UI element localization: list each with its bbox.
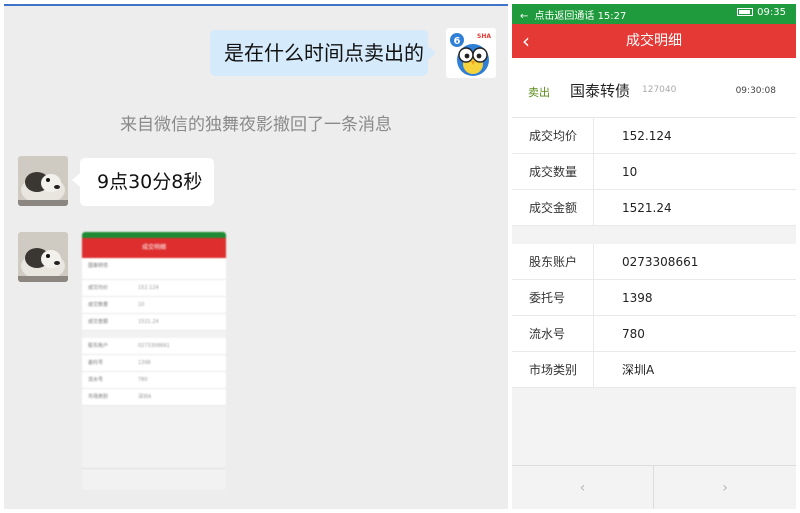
- reply-message-bubble[interactable]: 9点30分8秒: [72, 158, 214, 206]
- row-label: 市场类别: [512, 352, 594, 387]
- stock-name: 国泰转债: [570, 82, 631, 100]
- thumb-gap: [82, 331, 226, 338]
- owl-badge-number: 6: [454, 36, 461, 47]
- detail-row: 流水号 780: [512, 316, 796, 352]
- return-call-text: 点击返回通话 15:27: [534, 11, 627, 22]
- nav-bar: ‹ 成交明细: [512, 24, 796, 58]
- thumb-row: 股东账户 0273308661: [82, 338, 226, 355]
- row-value: 152.124: [622, 129, 672, 143]
- row-label: 成交均价: [512, 118, 594, 153]
- row-value: 1398: [622, 291, 653, 305]
- section-gap: [512, 226, 796, 244]
- screenshot-thumbnail[interactable]: 成交明细 国泰转债 成交均价 152.124 成交数量 10 成交金额 1521.24…: [82, 232, 226, 490]
- trade-direction: 卖出: [528, 86, 550, 99]
- row-label: 成交数量: [512, 154, 594, 189]
- battery-icon: [737, 8, 754, 16]
- owl-badge-tag: SHA: [477, 33, 491, 40]
- row-value: 780: [622, 327, 645, 341]
- thumb-footer: [82, 468, 226, 490]
- back-chevron-icon[interactable]: ‹: [522, 24, 530, 58]
- stock-header: 卖出 国泰转债 127040 09:30:08: [512, 58, 796, 118]
- chat-panel: 是在什么时间点卖出的 6 SHA 来自微信的独舞夜影撤回了一条消息 9点30分8…: [4, 4, 508, 509]
- recall-notice: 来自微信的独舞夜影撤回了一条消息: [120, 115, 392, 135]
- row-value: 10: [622, 165, 638, 179]
- dog-avatar-icon: [18, 232, 68, 282]
- thumb-row: 流水号 780: [82, 372, 226, 389]
- stock-code: 127040: [642, 85, 677, 95]
- detail-row: 股东账户 0273308661: [512, 244, 796, 280]
- my-avatar[interactable]: 6 SHA: [446, 28, 496, 78]
- prev-page-button[interactable]: ‹: [512, 466, 654, 509]
- thumb-stock-name: 国泰转债: [88, 263, 109, 269]
- friend-avatar[interactable]: [18, 232, 68, 282]
- thumb-row: 市场类别 深圳A: [82, 389, 226, 406]
- sent-message-bubble[interactable]: 是在什么时间点卖出的: [210, 30, 436, 76]
- reply-message-text: 9点30分8秒: [97, 171, 203, 193]
- next-page-button[interactable]: ›: [654, 466, 796, 509]
- thumb-title: 成交明细: [82, 238, 226, 258]
- trade-info-group: 成交均价 152.124 成交数量 10 成交金额 1521.24: [512, 118, 796, 226]
- thumb-stock-row: 国泰转债: [82, 258, 226, 280]
- pager-footer: ‹ ›: [512, 465, 796, 509]
- row-value: 1521.24: [622, 201, 672, 215]
- row-value: 深圳A: [622, 363, 655, 377]
- row-label: 流水号: [512, 316, 594, 351]
- page-title: 成交明细: [626, 33, 682, 49]
- row-value: 0273308661: [622, 255, 699, 269]
- row-label: 成交金额: [512, 190, 594, 225]
- account-info-group: 股东账户 0273308661 委托号 1398 流水号 780 市场类别 深圳A: [512, 244, 796, 388]
- status-bar[interactable]: ← 点击返回通话 15:27 09:35: [512, 4, 796, 24]
- trade-detail-screen: ← 点击返回通话 15:27 09:35 ‹ 成交明细 卖出 国泰转债 12704…: [512, 4, 796, 509]
- detail-row: 成交均价 152.124: [512, 118, 796, 154]
- thumb-row: 成交均价 152.124: [82, 280, 226, 297]
- detail-row: 市场类别 深圳A: [512, 352, 796, 388]
- row-label: 委托号: [512, 280, 594, 315]
- thumb-row: 成交金额 1521.24: [82, 314, 226, 331]
- row-label: 股东账户: [512, 244, 594, 279]
- detail-row: 成交金额 1521.24: [512, 190, 796, 226]
- owl-avatar-icon: 6 SHA: [446, 28, 496, 78]
- detail-row: 委托号 1398: [512, 280, 796, 316]
- status-time: 09:35: [757, 7, 786, 18]
- sent-message-text: 是在什么时间点卖出的: [224, 41, 424, 65]
- dog-avatar-icon: [18, 156, 68, 206]
- thumb-row: 委托号 1398: [82, 355, 226, 372]
- trade-time: 09:30:08: [735, 86, 776, 96]
- thumb-row: 成交数量 10: [82, 297, 226, 314]
- detail-row: 成交数量 10: [512, 154, 796, 190]
- return-call-arrow-icon: ←: [520, 11, 529, 22]
- friend-avatar[interactable]: [18, 156, 68, 206]
